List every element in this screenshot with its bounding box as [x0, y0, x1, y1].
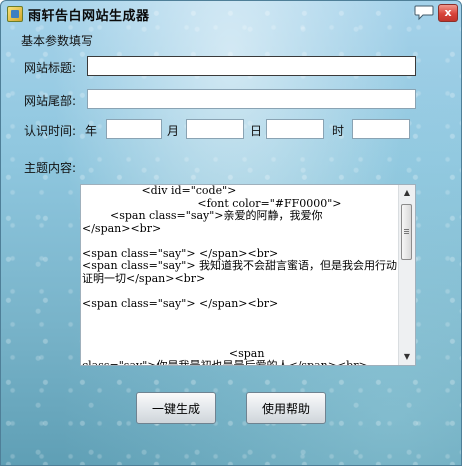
site-title-label: 网站标题:	[24, 61, 77, 75]
day-input[interactable]	[266, 119, 324, 139]
close-label: x	[444, 6, 452, 19]
scroll-thumb[interactable]	[401, 204, 412, 260]
site-footer-input[interactable]	[87, 89, 416, 109]
close-icon[interactable]: x	[438, 4, 458, 22]
hour-label: 时	[332, 124, 345, 138]
generate-button-label: 一键生成	[151, 401, 200, 416]
scroll-up-icon[interactable]: ▲	[399, 185, 415, 201]
app-icon	[7, 6, 23, 22]
site-title-input[interactable]	[87, 56, 416, 76]
help-button[interactable]: 使用帮助	[246, 392, 326, 424]
vertical-scrollbar[interactable]: ▲ ▼	[398, 185, 415, 365]
scroll-down-icon[interactable]: ▼	[399, 349, 415, 365]
window-title: 雨轩告白网站生成器	[28, 9, 150, 24]
date-label: 认识时间:	[24, 124, 77, 138]
month-label: 月	[167, 124, 180, 138]
help-bubble-icon[interactable]	[413, 4, 435, 22]
group-title: 基本参数填写	[21, 34, 94, 48]
year-label: 年	[85, 124, 98, 138]
month-input[interactable]	[186, 119, 244, 139]
help-button-label: 使用帮助	[261, 401, 310, 416]
content-text[interactable]: <div id="code"> <font color="#FF0000"> <…	[81, 185, 400, 365]
year-input[interactable]	[106, 119, 162, 139]
hour-input[interactable]	[352, 119, 410, 139]
site-footer-label: 网站尾部:	[24, 94, 77, 108]
title-bar[interactable]: 雨轩告白网站生成器 x	[1, 1, 461, 27]
generate-button[interactable]: 一键生成	[136, 392, 216, 424]
day-label: 日	[250, 124, 263, 138]
content-textarea[interactable]: <div id="code"> <font color="#FF0000"> <…	[80, 184, 416, 366]
app-window: 雨轩告白网站生成器 x 基本参数填写 网站标题: 网站尾部: 认识时间: 年 月…	[0, 0, 462, 466]
content-label: 主题内容:	[24, 161, 77, 175]
grip-icon	[404, 229, 409, 230]
